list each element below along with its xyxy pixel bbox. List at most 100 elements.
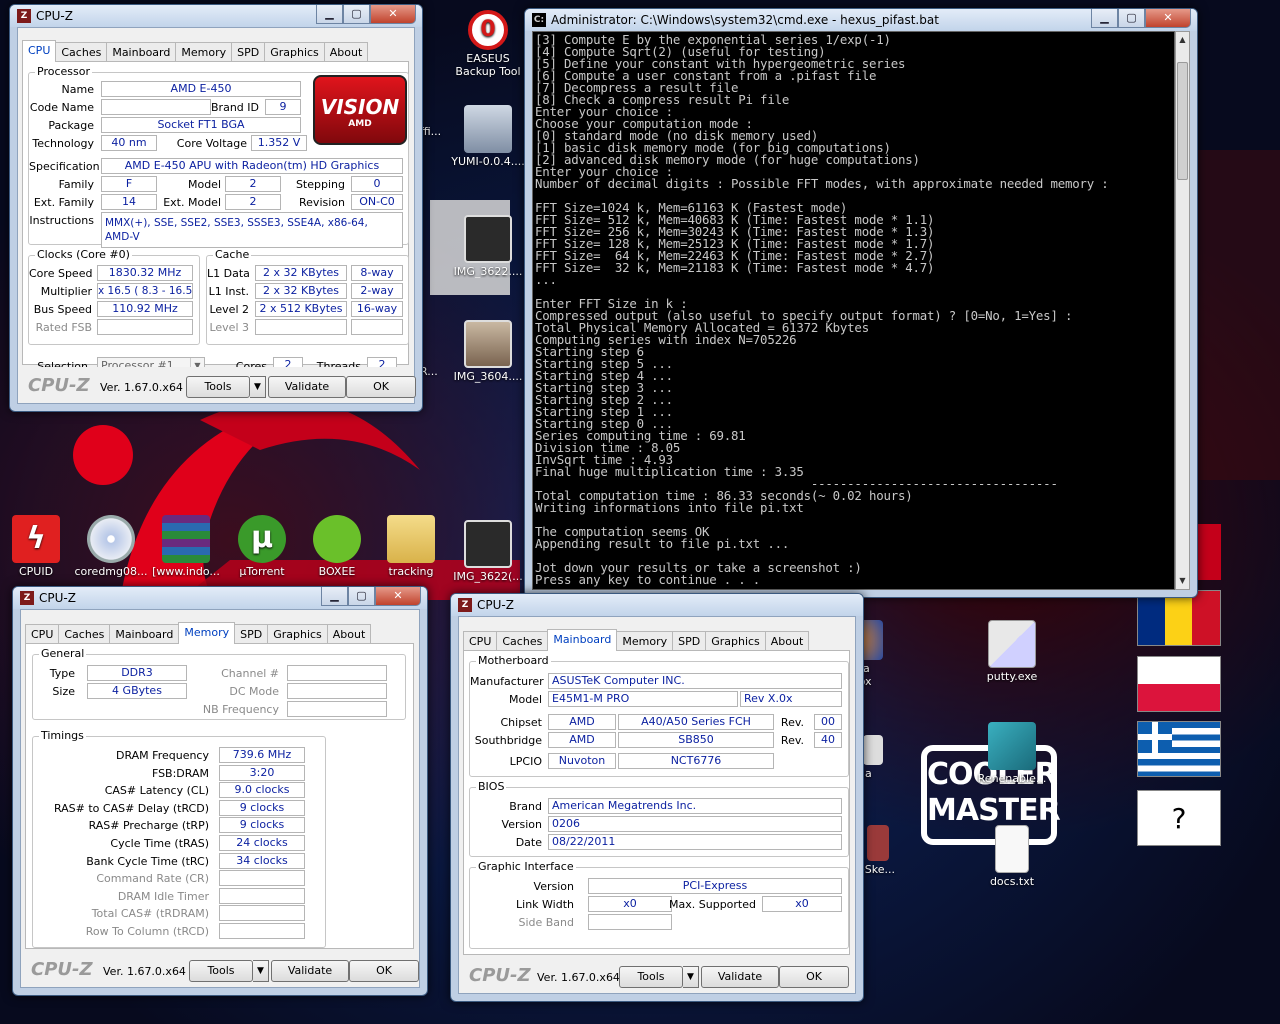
tab-graphics[interactable]: Graphics	[267, 624, 328, 644]
minimize-button[interactable]: ▁	[1091, 9, 1118, 28]
validate-button[interactable]: Validate	[701, 966, 779, 988]
desktop-icon-img3604[interactable]: IMG_3604....	[445, 320, 531, 383]
ok-button[interactable]: OK	[346, 376, 416, 398]
desktop-icon-renenable[interactable]: Renenable...	[969, 722, 1055, 785]
tab-mainboard[interactable]: Mainboard	[106, 42, 177, 62]
desktop-icon-partial-r[interactable]: R...	[420, 365, 445, 378]
tools-button[interactable]: Tools	[186, 376, 250, 398]
scroll-thumb[interactable]	[1177, 62, 1188, 180]
label: Link Width	[516, 898, 574, 911]
close-button[interactable]: ✕	[375, 587, 421, 606]
tab-mainboard[interactable]: Mainboard	[547, 629, 618, 651]
desktop-icon-partial-eske[interactable]: eSke...	[858, 825, 898, 876]
channel-value	[287, 665, 387, 681]
tab-graphics[interactable]: Graphics	[705, 631, 766, 651]
ok-button[interactable]: OK	[779, 966, 849, 988]
amd-vision-badge: VISION AMD	[313, 75, 407, 145]
tools-dropdown-icon[interactable]: ▼	[253, 960, 269, 982]
tab-cpu[interactable]: CPU	[25, 624, 60, 644]
cpuz-cpu-window[interactable]: Z CPU-Z ▁ ▢ ✕ CPU Caches Mainboard Memor…	[9, 4, 423, 412]
tab-memory[interactable]: Memory	[178, 622, 236, 644]
label: Manufacturer	[470, 675, 544, 688]
desktop-icon-coredmg[interactable]: coredmg08...	[68, 515, 154, 578]
southbridge-value: SB850	[618, 732, 774, 748]
tab-about[interactable]: About	[323, 42, 369, 62]
cmd-titlebar[interactable]: C: Administrator: C:\Windows\system32\cm…	[525, 9, 1197, 31]
desktop-icon-utorrent[interactable]: µ µTorrent	[219, 515, 305, 578]
tab-caches[interactable]: Caches	[55, 42, 108, 62]
desktop-icon-img3622[interactable]: IMG_3622....	[445, 215, 531, 278]
desktop-icon-easeus[interactable]: 0 EASEUS Backup Tool	[445, 10, 531, 78]
cmd-icon: C:	[532, 13, 546, 27]
bios-version-value: 0206	[548, 816, 842, 832]
putty-icon	[988, 620, 1036, 668]
tab-memory[interactable]: Memory	[616, 631, 674, 651]
scroll-down-icon[interactable]: ▼	[1176, 573, 1189, 589]
cpuz-titlebar[interactable]: Z CPU-Z ▁ ▢ ✕	[10, 5, 422, 27]
cpuz-titlebar[interactable]: Z CPU-Z ▁ ▢ ✕	[13, 587, 427, 609]
desktop-icon-yumi[interactable]: YUMI-0.0.4....	[445, 105, 531, 168]
cache-group: Cache L1 Data 2 x 32 KBytes 8-way L1 Ins…	[206, 248, 409, 345]
winrar-icon	[162, 515, 210, 563]
console-scrollbar[interactable]: ▲ ▼	[1175, 31, 1190, 590]
cpuz-logo: CPU-Z	[28, 375, 90, 396]
desktop-icon-tracking[interactable]: tracking	[368, 515, 454, 578]
desktop-icon-winrar[interactable]: [www.indo...	[143, 515, 229, 578]
instructions-value: MMX(+), SSE, SSE2, SSE3, SSSE3, SSE4A, x…	[101, 212, 403, 248]
tools-button[interactable]: Tools	[619, 966, 683, 988]
label: LPCIO	[509, 755, 542, 768]
clocks-group: Clocks (Core #0) Core Speed 1830.32 MHz …	[28, 248, 200, 345]
tab-spd[interactable]: SPD	[231, 42, 266, 62]
cpuz-footer: CPU-Z Ver. 1.67.0.x64 Tools ▼ Validate O…	[459, 957, 855, 993]
tab-caches[interactable]: Caches	[496, 631, 549, 651]
bios-brand-value: American Megatrends Inc.	[548, 798, 842, 814]
timing-value	[219, 887, 305, 904]
desktop-icon-docs[interactable]: docs.txt	[969, 825, 1055, 888]
cpuz-titlebar[interactable]: Z CPU-Z	[451, 594, 863, 616]
tab-cpu[interactable]: CPU	[22, 40, 57, 62]
close-button[interactable]: ✕	[1145, 9, 1191, 28]
tab-memory[interactable]: Memory	[175, 42, 233, 62]
tab-mainboard[interactable]: Mainboard	[109, 624, 180, 644]
maximize-button[interactable]: ▢	[1118, 9, 1145, 28]
ok-button[interactable]: OK	[349, 960, 419, 982]
validate-button[interactable]: Validate	[268, 376, 346, 398]
brandid-value: 9	[265, 99, 301, 115]
minimize-button[interactable]: ▁	[321, 587, 348, 606]
tab-about[interactable]: About	[326, 624, 372, 644]
corespeed-value: 1830.32 MHz	[97, 265, 193, 281]
close-button[interactable]: ✕	[370, 5, 416, 24]
desktop-icon-partial-ffi[interactable]: ffi...	[420, 125, 445, 138]
chipset-vendor-value: AMD	[548, 714, 616, 730]
validate-button[interactable]: Validate	[271, 960, 349, 982]
minimize-button[interactable]: ▁	[316, 5, 343, 24]
tab-spd[interactable]: SPD	[234, 624, 269, 644]
tab-spd[interactable]: SPD	[672, 631, 707, 651]
tools-dropdown-icon[interactable]: ▼	[683, 966, 699, 988]
revision-value: ON-C0	[351, 194, 403, 210]
cmd-window[interactable]: C: Administrator: C:\Windows\system32\cm…	[524, 8, 1198, 598]
label: Name	[61, 83, 94, 96]
timing-value: 24 clocks	[219, 835, 305, 851]
scroll-up-icon[interactable]: ▲	[1176, 32, 1189, 48]
timing-label: Cycle Time (tRAS)	[110, 837, 209, 850]
desktop-icon-img3622b[interactable]: IMG_3622(...	[445, 520, 531, 583]
tab-cpu[interactable]: CPU	[463, 631, 498, 651]
cpuz-mainboard-window[interactable]: Z CPU-Z CPU Caches Mainboard Memory SPD …	[450, 593, 864, 1002]
tab-about[interactable]: About	[764, 631, 810, 651]
tab-graphics[interactable]: Graphics	[264, 42, 325, 62]
sideband-value	[588, 914, 672, 930]
maximize-button[interactable]: ▢	[343, 5, 370, 24]
tab-caches[interactable]: Caches	[58, 624, 111, 644]
cpuz-logo: CPU-Z	[469, 965, 531, 986]
tools-dropdown-icon[interactable]: ▼	[250, 376, 266, 398]
cpuz-memory-window[interactable]: Z CPU-Z ▁ ▢ ✕ CPU Caches Mainboard Memor…	[12, 586, 428, 996]
console-output[interactable]: [3] Compute E by the exponential series …	[532, 31, 1175, 590]
label: DC Mode	[229, 685, 279, 698]
desktop-icon-putty[interactable]: putty.exe	[969, 620, 1055, 683]
maximize-button[interactable]: ▢	[348, 587, 375, 606]
label: Brand	[509, 800, 542, 813]
tools-button[interactable]: Tools	[189, 960, 253, 982]
badge-title: VISION	[320, 95, 400, 119]
label: Type	[49, 667, 75, 680]
